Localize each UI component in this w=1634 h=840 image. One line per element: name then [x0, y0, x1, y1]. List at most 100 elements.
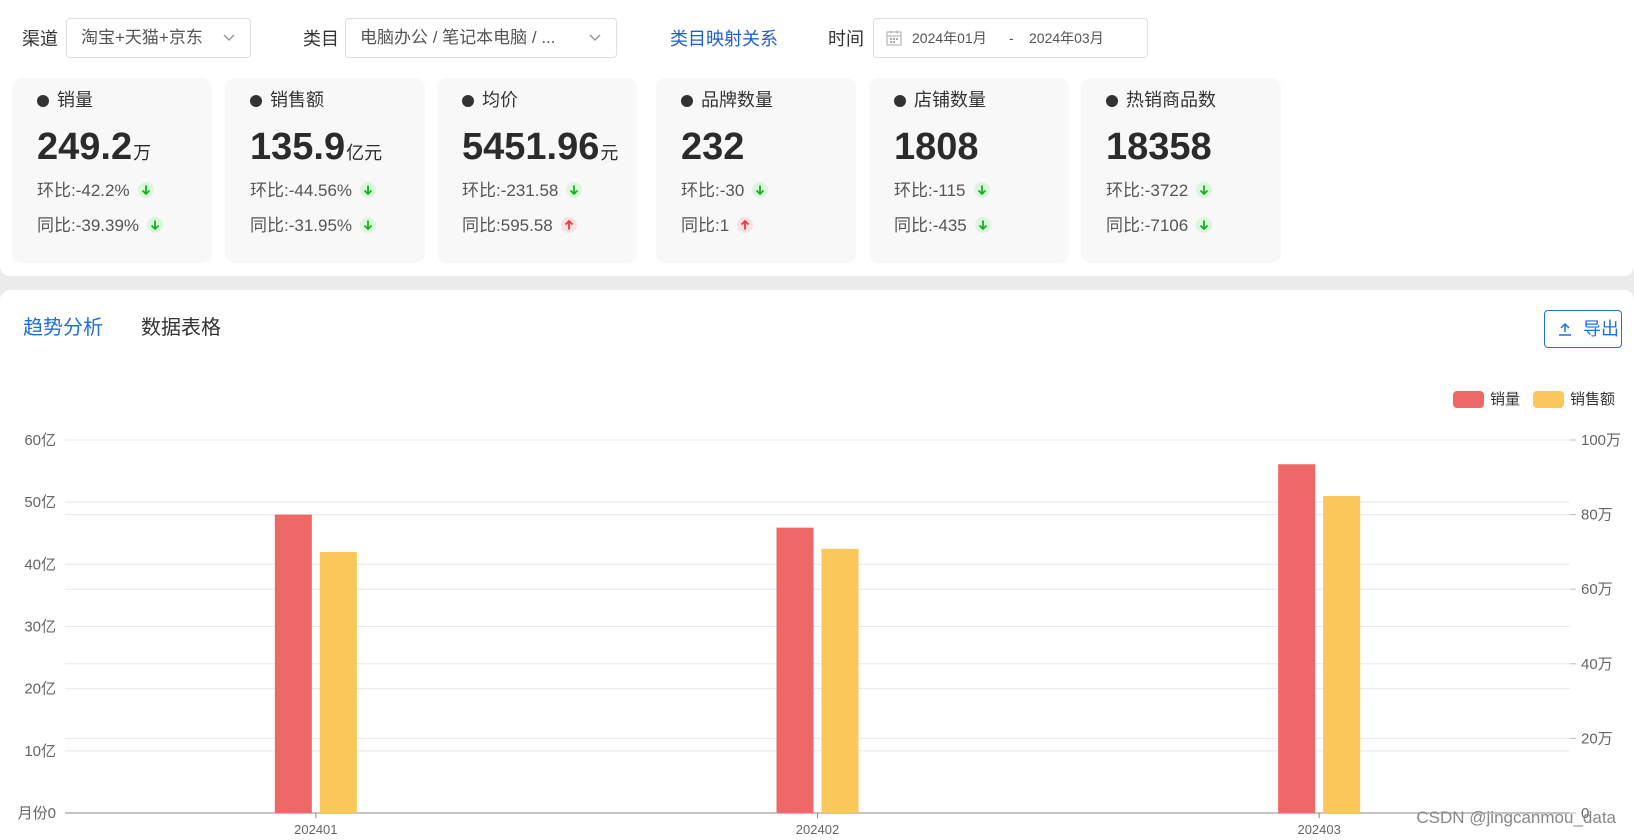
channel-label: 渠道	[22, 29, 58, 49]
arrow-down-icon	[137, 182, 154, 198]
left-axis-tick-label: 月份0	[18, 805, 56, 822]
metric-value: 135.9	[250, 126, 346, 168]
left-axis-tick-label: 10亿	[24, 743, 56, 760]
time-label: 时间	[828, 29, 864, 49]
mom-row: 环比:-42.2%	[37, 180, 154, 202]
arrow-down-icon	[752, 182, 769, 198]
legend-label-sales-volume: 销量	[1490, 391, 1520, 408]
watermark: CSDN @jingcanmou_data	[1416, 808, 1616, 827]
yoy-label: 同比:	[462, 216, 501, 235]
right-axis-tick-label: 40万	[1581, 656, 1613, 673]
filter-bar: 渠道 淘宝+天猫+京东 类目 电脑办公 / 笔记本电脑 / ... 类目映射关系…	[0, 18, 1634, 60]
metric-value: 249.2	[37, 126, 133, 168]
mom-row: 环比:-231.58	[462, 180, 583, 202]
right-axis-tick-label: 80万	[1581, 507, 1613, 524]
date-range-picker[interactable]: 2024年01月 - 2024年03月	[873, 18, 1148, 58]
legend-swatch-sales-volume	[1453, 391, 1484, 408]
category-mapping-link[interactable]: 类目映射关系	[670, 18, 778, 60]
mom-row: 环比:-115	[894, 180, 990, 202]
metric-unit: 元	[600, 143, 619, 163]
yoy-label: 同比:	[681, 216, 720, 235]
metric-card: 热销商品数 18358 环比:-3722 同比:-7106	[1081, 78, 1281, 263]
trend-bar-chart: 月份010亿20亿30亿40亿50亿60亿020万40万60万80万100万20…	[18, 391, 1621, 837]
bar-sales-amount	[319, 551, 357, 813]
category-select[interactable]: 电脑办公 / 笔记本电脑 / ...	[345, 18, 617, 58]
metric-value: 232	[681, 126, 745, 168]
date-end: 2024年03月	[1029, 30, 1104, 46]
arrow-down-icon	[147, 217, 164, 233]
bar-sales-amount	[821, 548, 859, 813]
mom-label: 环比:	[681, 181, 720, 200]
arrow-down-icon	[360, 182, 377, 198]
yoy-label: 同比:	[250, 216, 289, 235]
left-axis-tick-label: 30亿	[24, 619, 56, 636]
arrow-up-icon	[737, 217, 754, 233]
chevron-down-icon	[589, 34, 601, 42]
yoy-value: -31.95%	[288, 216, 353, 235]
yoy-row: 同比:-7106	[1106, 215, 1213, 237]
mom-value: -30	[719, 181, 745, 200]
channel-value: 淘宝+天猫+京东	[81, 28, 203, 47]
mom-value: -44.56%	[288, 181, 353, 200]
mom-value: -115	[932, 181, 966, 200]
metric-title: 均价	[482, 90, 518, 110]
metric-value: 5451.96	[462, 126, 600, 168]
metric-card: 均价 5451.96元 环比:-231.58 同比:595.58	[437, 78, 637, 263]
left-axis-tick-label: 20亿	[24, 681, 56, 698]
yoy-value: -7106	[1144, 216, 1189, 235]
date-start: 2024年01月	[912, 30, 987, 46]
category-label: 类目	[303, 29, 339, 49]
mom-label: 环比:	[462, 181, 501, 200]
left-axis-tick-label: 60亿	[24, 432, 56, 449]
bar-sales-volume	[1278, 464, 1316, 813]
yoy-value: 1	[719, 216, 730, 235]
metric-card: 店铺数量 1808 环比:-115 同比:-435	[869, 78, 1069, 263]
arrow-up-icon	[560, 217, 577, 233]
metric-card: 销量 249.2万环比:-42.2% 同比:-39.39%	[12, 78, 212, 263]
legend-label-sales-amount: 销售额	[1570, 391, 1615, 408]
x-axis-tick-label: 202402	[796, 822, 839, 837]
metric-title: 销量	[57, 90, 93, 110]
category-value: 电脑办公 / 笔记本电脑 / ...	[360, 28, 556, 47]
legend-swatch-sales-amount	[1533, 391, 1564, 408]
date-separator: -	[1009, 30, 1014, 46]
yoy-row: 同比:1	[681, 215, 754, 237]
calendar-icon	[886, 30, 902, 46]
x-axis-tick-label: 202403	[1297, 822, 1340, 837]
metric-card: 品牌数量 232 环比:-30 同比:1	[656, 78, 856, 263]
right-axis-tick-label: 20万	[1581, 730, 1613, 747]
metric-unit: 万	[133, 143, 152, 163]
metric-title: 品牌数量	[701, 90, 773, 110]
arrow-down-icon	[360, 217, 377, 233]
metric-unit: 亿元	[346, 143, 383, 163]
yoy-row: 同比:-39.39%	[37, 215, 164, 237]
metric-title: 热销商品数	[1126, 90, 1216, 110]
mom-label: 环比:	[894, 181, 933, 200]
channel-select[interactable]: 淘宝+天猫+京东	[66, 18, 251, 58]
mom-row: 环比:-3722	[1106, 180, 1213, 202]
mom-label: 环比:	[37, 181, 76, 200]
arrow-down-icon	[1196, 182, 1213, 198]
summary-section: 渠道 淘宝+天猫+京东 类目 电脑办公 / 笔记本电脑 / ... 类目映射关系…	[0, 0, 1634, 276]
bar-sales-volume	[776, 527, 814, 813]
metric-title: 销售额	[270, 90, 324, 110]
yoy-value: -435	[932, 216, 967, 235]
arrow-down-icon	[566, 182, 583, 198]
metric-card: 销售额 135.9亿元环比:-44.56% 同比:-31.95%	[225, 78, 425, 263]
mom-value: -3722	[1144, 181, 1189, 200]
left-axis-tick-label: 40亿	[24, 556, 56, 573]
metric-title: 店铺数量	[914, 90, 986, 110]
arrow-down-icon	[973, 182, 990, 198]
arrow-down-icon	[974, 217, 991, 233]
mom-value: -42.2%	[75, 181, 130, 200]
mom-value: -231.58	[500, 181, 559, 200]
yoy-label: 同比:	[37, 216, 76, 235]
mom-label: 环比:	[250, 181, 289, 200]
metric-value: 1808	[894, 126, 979, 168]
chevron-down-icon	[223, 34, 235, 42]
bar-sales-amount	[1323, 495, 1361, 813]
x-axis-tick-label: 202401	[294, 822, 337, 837]
trend-panel: 趋势分析 数据表格 导出 月份0 10亿 20亿 30亿 40亿 50亿 60亿 0 20万 40…	[0, 290, 1634, 840]
mom-label: 环比:	[1106, 181, 1145, 200]
yoy-value: 595.58	[500, 216, 553, 235]
